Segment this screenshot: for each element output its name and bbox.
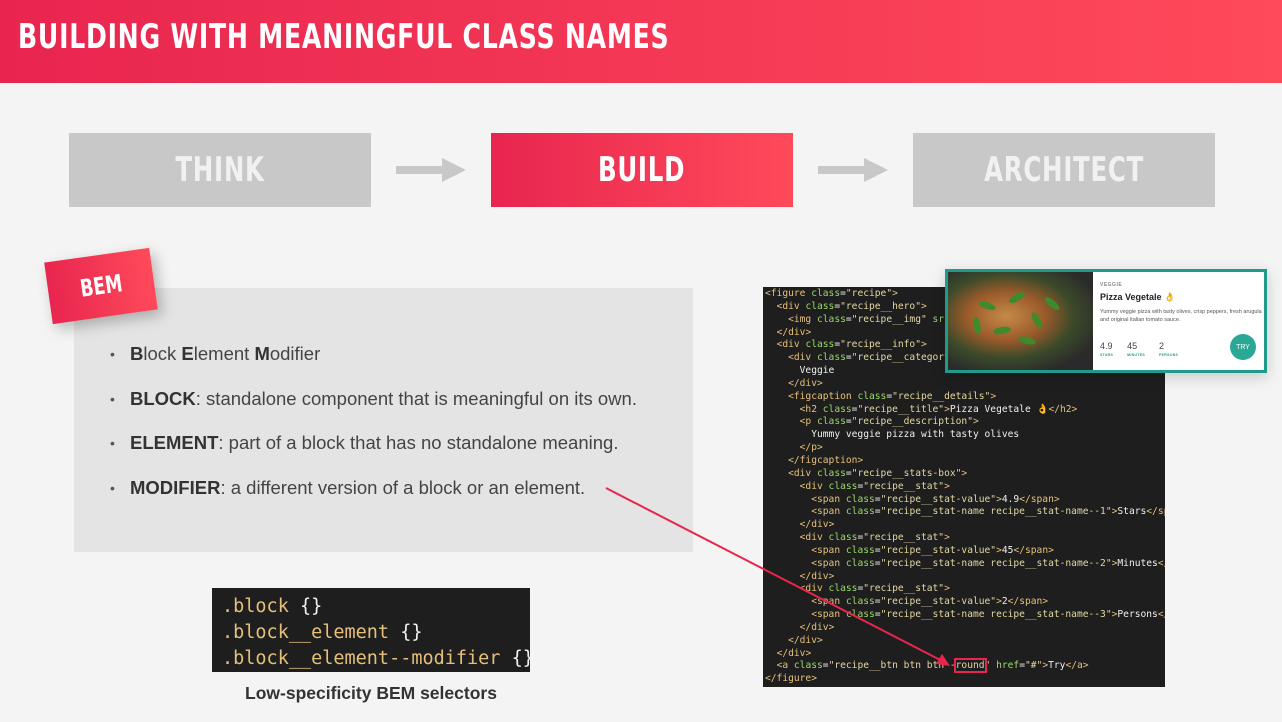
- recipe-stat: 45 MINUTES: [1127, 341, 1145, 357]
- recipe-category: VEGGIE: [1100, 282, 1123, 288]
- code-line: <span class="recipe__stat-name recipe__s…: [811, 609, 1165, 621]
- step-build: BUILD: [491, 133, 793, 207]
- step-architect-label: ARCHITECT: [984, 150, 1144, 190]
- code-line: <h2 class="recipe__title">Pizza Vegetale…: [799, 403, 1078, 415]
- stat-name: PERSONS: [1158, 353, 1179, 357]
- bullet-text: : part of a block that has no standalone…: [218, 432, 619, 453]
- modifier-highlight: round: [953, 658, 987, 674]
- recipe-card: VEGGIE Pizza Vegetale 👌 Yummy veggie piz…: [945, 269, 1267, 373]
- code-line: <div class="recipe__stat">: [799, 583, 950, 595]
- step-build-label: BUILD: [598, 150, 686, 190]
- bem-bullet-list: • Block Element Modifier • BLOCK: standal…: [110, 340, 690, 518]
- bullet-text: lement: [193, 343, 255, 364]
- bullet-bold: M: [254, 343, 270, 364]
- bullet-bold: E: [181, 343, 194, 364]
- bullet-bold: MODIFIER: [130, 476, 221, 498]
- try-button[interactable]: TRY: [1230, 334, 1256, 360]
- code-line: <p class="recipe__description">: [799, 416, 979, 428]
- recipe-card-info: VEGGIE Pizza Vegetale 👌 Yummy veggie piz…: [1100, 282, 1264, 324]
- page-title: BUILDING WITH MEANINGFUL CLASS NAMES: [18, 17, 670, 57]
- bullet-bold: B: [130, 343, 144, 364]
- step-architect: ARCHITECT: [913, 133, 1215, 207]
- stat-name: MINUTES: [1127, 353, 1145, 357]
- bullet-element: • ELEMENT: part of a block that has no st…: [110, 432, 619, 453]
- code-line: <span class="recipe__stat-name recipe__s…: [811, 506, 1165, 518]
- code-line: <span class="recipe__stat-name recipe__s…: [811, 557, 1165, 569]
- bullet-text: : standalone component that is meaningfu…: [195, 387, 637, 409]
- recipe-description: Yummy veggie pizza with tasty olives, cr…: [1100, 309, 1262, 323]
- stat-value: 45: [1127, 341, 1138, 351]
- code-line: <figcaption class="recipe__details">: [788, 390, 997, 402]
- bullet-modifier: • MODIFIER: a different version of a bloc…: [110, 476, 586, 498]
- bullet-text: odifier: [269, 343, 321, 364]
- step-think-label: THINK: [175, 150, 265, 190]
- stat-value: 4.9: [1100, 341, 1113, 351]
- recipe-stat: 4.9 STARS: [1100, 341, 1113, 357]
- code-line: </p>: [799, 442, 823, 454]
- bem-selectors-code: .block {} .block__element {} .block__ele…: [212, 588, 534, 672]
- bullet-block: • BLOCK: standalone component that is mea…: [110, 387, 637, 409]
- bullet-text: lock: [143, 343, 182, 364]
- arrow-right-icon: [818, 158, 888, 182]
- selector-line: .block__element {}: [222, 622, 423, 643]
- code-line: <span class="recipe__stat-value">2</span…: [811, 596, 1049, 608]
- selector-line: .block {}: [222, 596, 323, 617]
- header-banner: BUILDING WITH MEANINGFUL CLASS NAMES: [0, 0, 1282, 83]
- recipe-stat: 2 PERSONS: [1159, 341, 1178, 357]
- code-line: <div class="recipe__stat">: [799, 480, 950, 492]
- code-line: <div class="recipe__stats-box">: [788, 467, 968, 479]
- selectors-caption: Low-specificity BEM selectors: [245, 683, 497, 703]
- code-line: </figcaption>: [788, 454, 864, 466]
- bullet-bem-definition: • Block Element Modifier: [110, 343, 321, 364]
- bullet-bold: ELEMENT: [130, 432, 219, 453]
- stat-value: 2: [1158, 341, 1164, 351]
- recipe-stats-box: 4.9 STARS 45 MINUTES 2 PERSONS: [1100, 341, 1178, 357]
- step-think: THINK: [69, 133, 371, 207]
- code-line: <span class="recipe__stat-value">4.9</sp…: [811, 493, 1060, 505]
- code-line: <a class="recipe__btn btn btn--round" hr…: [776, 658, 1089, 674]
- code-line: <span class="recipe__stat-value">45</spa…: [811, 544, 1054, 556]
- code-line: Yummy veggie pizza with tasty olives: [811, 429, 1020, 441]
- code-line: </div>: [799, 570, 835, 582]
- code-line: </div>: [799, 621, 835, 633]
- bem-tag-label: BEM: [78, 269, 124, 303]
- code-line: </div>: [776, 647, 812, 659]
- selector-line: .block__element--modifier {}: [222, 648, 534, 669]
- recipe-title: Pizza Vegetale 👌: [1100, 292, 1176, 302]
- code-line: </div>: [799, 519, 835, 531]
- bullet-text: : a different version of a block or an e…: [220, 476, 586, 498]
- arrow-right-icon: [396, 158, 466, 182]
- code-line: <div class="recipe__stat">: [799, 532, 950, 544]
- stat-name: STARS: [1100, 353, 1114, 357]
- bullet-bold: BLOCK: [130, 387, 196, 409]
- pizza-image: [948, 272, 1093, 370]
- code-line: </div>: [788, 634, 823, 646]
- code-line: </div>: [788, 377, 823, 389]
- code-line: </figure>: [765, 673, 817, 685]
